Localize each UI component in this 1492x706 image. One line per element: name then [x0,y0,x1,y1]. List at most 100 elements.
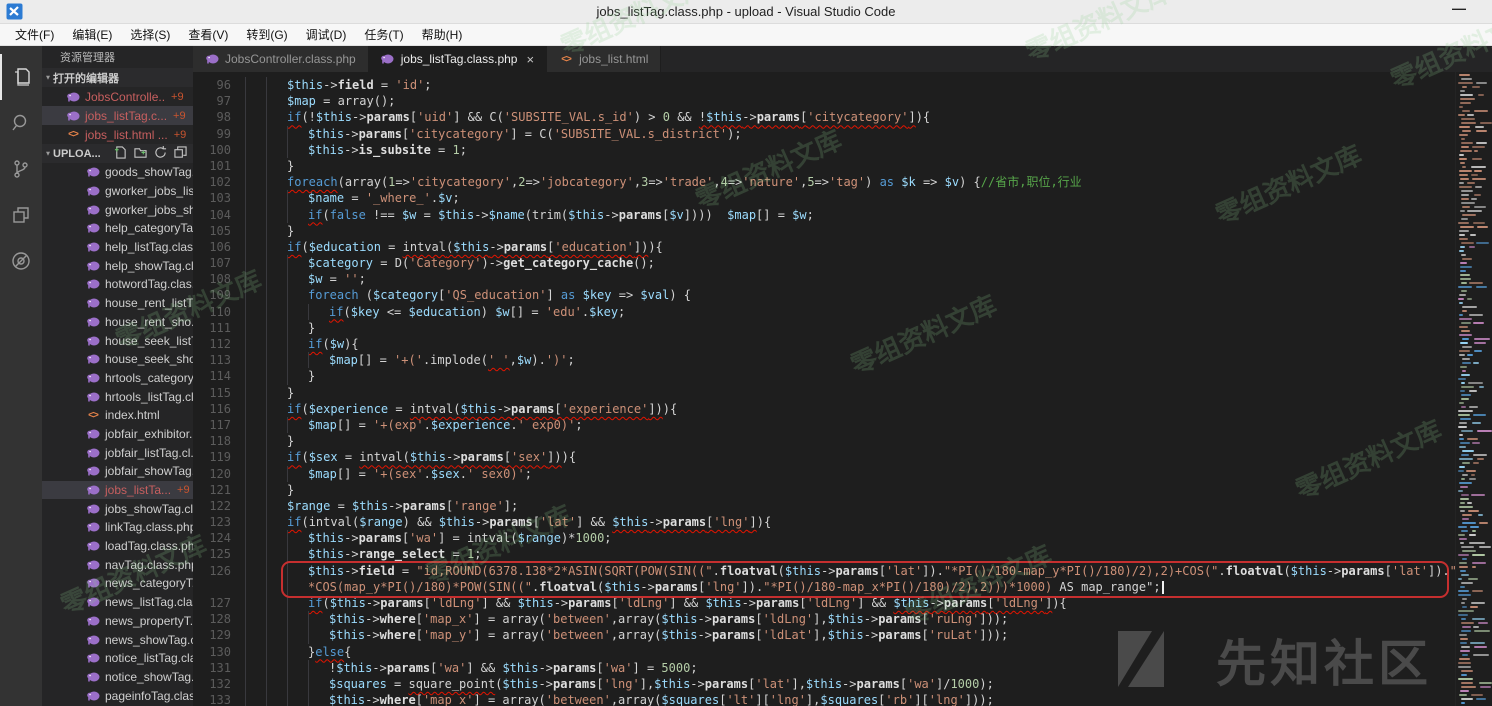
menu-item-选择S[interactable]: 选择(S) [121,24,179,45]
code-line[interactable]: 132$squares = square_point($this->params… [193,676,1455,692]
code-line[interactable]: 112if($w){ [193,336,1455,352]
open-editor-item[interactable]: JobsControlle..+9 [42,87,193,106]
code-line[interactable]: 104if(false !== $w = $this->$name(trim($… [193,207,1455,223]
code-editor[interactable]: 96$this->field = 'id';97$map = array();9… [193,72,1455,706]
code-line[interactable]: 130}else{ [193,644,1455,660]
code-line[interactable]: 121} [193,482,1455,498]
code-line[interactable]: 102foreach(array(1=>'citycategory',2=>'j… [193,174,1455,190]
explorer-icon[interactable] [0,54,42,100]
code-line[interactable]: *COS(map_y*PI()/180)*POW(SIN((".floatval… [193,579,1455,595]
open-editor-item[interactable]: jobs_listTag.c...+9 [42,106,193,125]
file-item[interactable]: navTag.class.php [42,555,193,574]
file-item[interactable]: news_propertyT... [42,612,193,631]
file-item[interactable]: jobfair_listTag.cl... [42,443,193,462]
extensions-icon[interactable] [0,192,42,238]
code-line[interactable]: 129$this->where['map_y'] = array('betwee… [193,627,1455,643]
menu-item-编辑E[interactable]: 编辑(E) [63,24,121,45]
file-item[interactable]: jobfair_exhibitor... [42,425,193,444]
tab-jobs_listtag-class-php[interactable]: jobs_listTag.class.php× [369,46,547,72]
minimap[interactable] [1455,72,1492,706]
file-item[interactable]: pageinfoTag.clas.. [42,686,193,705]
code-line[interactable]: 116if($experience = intval($this->params… [193,401,1455,417]
file-item[interactable]: news_categoryT... [42,574,193,593]
file-item[interactable]: gworker_jobs_lis... [42,182,193,201]
code-line[interactable]: 98if(!$this->params['uid'] && C('SUBSITE… [193,109,1455,125]
menu-item-文件F[interactable]: 文件(F) [6,24,63,45]
open-editors-header[interactable]: ▾ 打开的编辑器 [42,68,193,87]
new-folder-icon[interactable] [134,146,147,162]
code-line[interactable]: 125$this->range_select = 1; [193,546,1455,562]
code-line[interactable]: 122$range = $this->params['range']; [193,498,1455,514]
file-item[interactable]: gworker_jobs_sh... [42,200,193,219]
file-item[interactable]: hrtools_listTag.cl... [42,387,193,406]
code-line[interactable]: 110if($key <= $education) $w[] = 'edu'.$… [193,304,1455,320]
code-line[interactable]: 123if(intval($range) && $this->params['l… [193,514,1455,530]
code-line[interactable]: 118} [193,433,1455,449]
code-line[interactable]: 105} [193,223,1455,239]
file-item[interactable]: hotwordTag.clas... [42,275,193,294]
debug-icon[interactable] [0,238,42,284]
file-item[interactable]: linkTag.class.php [42,518,193,537]
code-line[interactable]: 128$this->where['map_x'] = array('betwee… [193,611,1455,627]
file-item[interactable]: goods_showTag... [42,163,193,182]
tab-jobs_list-html[interactable]: <>jobs_list.html [547,46,661,72]
code-line[interactable]: 106if($education = intval($this->params[… [193,239,1455,255]
code-line[interactable]: 107$category = D('Category')->get_catego… [193,255,1455,271]
code-line[interactable]: 101} [193,158,1455,174]
file-item[interactable]: house_rent_sho... [42,313,193,332]
file-item[interactable]: notice_listTag.cla.. [42,649,193,668]
file-item[interactable]: help_categoryTa... [42,219,193,238]
file-item[interactable]: jobs_showTag.cl... [42,499,193,518]
tab-jobscontroller-class-php[interactable]: JobsController.class.php [193,46,369,72]
menu-item-任务T[interactable]: 任务(T) [355,24,412,45]
folder-header[interactable]: ▾ UPLOA... [42,144,193,163]
file-item[interactable]: hrtools_category.. [42,369,193,388]
file-item[interactable]: house_seek_sho... [42,350,193,369]
code-line[interactable]: 114} [193,368,1455,384]
minimap-bar [1476,130,1488,132]
code-line[interactable]: 96$this->field = 'id'; [193,77,1455,93]
menu-item-转到G[interactable]: 转到(G) [237,24,296,45]
code-line[interactable]: 131!$this->params['wa'] && $this->params… [193,660,1455,676]
code-line[interactable]: 108$w = ''; [193,271,1455,287]
file-item[interactable]: help_showTag.cl... [42,256,193,275]
close-icon[interactable]: × [526,52,534,67]
code-line[interactable]: 119if($sex = intval($this->params['sex']… [193,449,1455,465]
menu-item-查看V[interactable]: 查看(V) [179,24,237,45]
line-number: 124 [193,530,245,546]
code-line[interactable]: 117$map[] = '+(exp'.$experience.' exp0)'… [193,417,1455,433]
minimize-button[interactable]: — [1444,0,1474,22]
collapse-all-icon[interactable] [174,146,187,162]
open-editor-item[interactable]: <>jobs_list.html ...+9 [42,125,193,144]
file-item[interactable]: news_showTag.c... [42,630,193,649]
code-line[interactable]: 127if($this->params['ldLng'] && $this->p… [193,595,1455,611]
code-line[interactable]: 100$this->is_subsite = 1; [193,142,1455,158]
file-item[interactable]: house_seek_listT... [42,331,193,350]
file-item[interactable]: help_listTag.clas... [42,238,193,257]
refresh-icon[interactable] [154,146,167,162]
menu-item-调试D[interactable]: 调试(D) [297,24,356,45]
source-control-icon[interactable] [0,146,42,192]
code-line[interactable]: 109foreach ($category['QS_education'] as… [193,287,1455,303]
code-line[interactable]: 99$this->params['citycategory'] = C('SUB… [193,126,1455,142]
file-item[interactable]: house_rent_listT... [42,294,193,313]
code-line[interactable]: 120$map[] = '+(sex'.$sex.' sex0)'; [193,466,1455,482]
code-line[interactable]: 111} [193,320,1455,336]
file-item[interactable]: notice_showTag... [42,668,193,687]
menu-item-帮助H[interactable]: 帮助(H) [413,24,472,45]
file-item[interactable]: loadTag.class.php [42,537,193,556]
search-icon[interactable] [0,100,42,146]
code-line[interactable]: 113$map[] = '+('.implode(' ',$w).')'; [193,352,1455,368]
file-item[interactable]: <>index.html [42,406,193,425]
file-item[interactable]: jobfair_showTag... [42,462,193,481]
new-file-icon[interactable] [114,146,127,162]
code-line[interactable]: 115} [193,385,1455,401]
minimap-row [1456,286,1492,289]
code-line[interactable]: 124$this->params['wa'] = intval($range)*… [193,530,1455,546]
file-item[interactable]: news_listTag.clas.. [42,593,193,612]
code-line[interactable]: 126$this->field = "id,ROUND(6378.138*2*A… [193,563,1455,579]
code-line[interactable]: 103$name = '_where_'.$v; [193,190,1455,206]
code-line[interactable]: 97$map = array(); [193,93,1455,109]
file-item[interactable]: jobs_listTa...+9 [42,481,193,500]
code-line[interactable]: 133$this->where['map_x'] = array('betwee… [193,692,1455,706]
